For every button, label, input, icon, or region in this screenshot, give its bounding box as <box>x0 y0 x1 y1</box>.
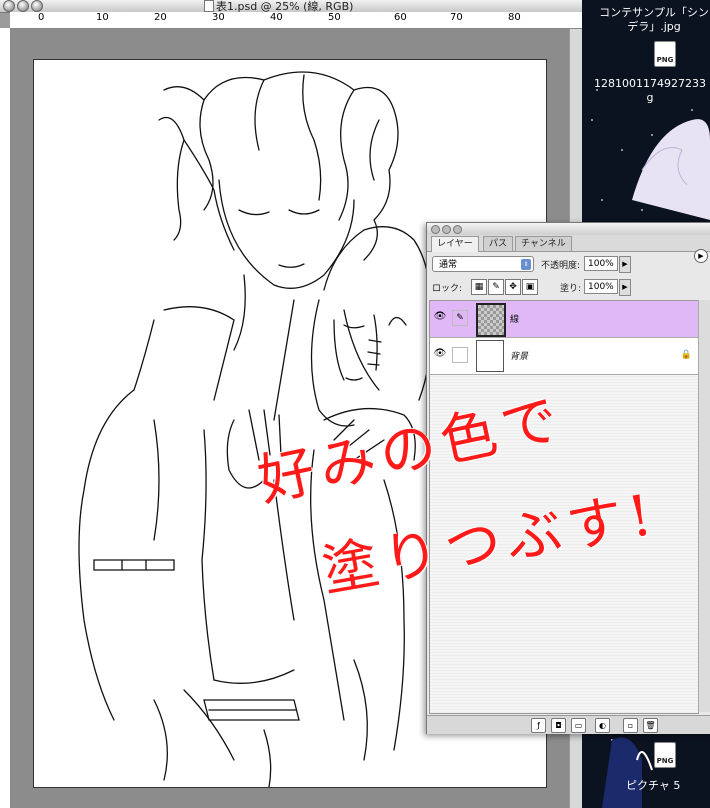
brush-icon: ✎ <box>452 310 468 326</box>
lock-label: ロック: <box>432 284 463 294</box>
panel-titlebar[interactable] <box>427 223 710 235</box>
blend-mode-value: 通常 <box>439 260 458 270</box>
panel-minimize-button[interactable] <box>442 225 451 234</box>
lock-icon: 🔒 <box>680 350 692 360</box>
blend-mode-select[interactable]: 通常 ⇕ <box>432 256 534 272</box>
lock-all-icon[interactable]: ▣ <box>522 279 538 295</box>
opacity-label: 不透明度: <box>541 261 581 271</box>
ruler-label: 20 <box>154 12 167 23</box>
new-layer-icon[interactable]: ▫ <box>623 718 638 733</box>
tab-layers[interactable]: レイヤー <box>431 236 479 252</box>
fill-field[interactable]: 100% <box>584 279 618 294</box>
panel-tabs: レイヤー パス チャンネル ▶ <box>427 235 710 263</box>
horizontal-ruler: 0 10 20 30 40 50 60 70 80 <box>10 12 582 29</box>
adjustment-layer-icon[interactable]: ◐ <box>595 718 610 733</box>
tab-paths[interactable]: パス <box>483 236 514 251</box>
fill-label: 塗り: <box>560 284 582 294</box>
lock-position-icon[interactable]: ✥ <box>505 279 521 295</box>
ruler-label: 0 <box>38 12 45 23</box>
add-mask-icon[interactable]: ◘ <box>551 718 566 733</box>
lock-transparency-icon[interactable]: ▦ <box>471 279 487 295</box>
new-group-icon[interactable]: ▭ <box>571 718 586 733</box>
trash-icon[interactable]: 🗑 <box>643 718 658 733</box>
ruler-label: 40 <box>270 12 283 23</box>
png-file-icon[interactable]: PNG <box>654 41 676 67</box>
desktop-file-label[interactable]: コンテサンプル「シンデラ」.jpg <box>596 6 710 34</box>
ruler-label: 30 <box>212 12 225 23</box>
ruler-label: 70 <box>450 12 463 23</box>
minimize-window-button[interactable] <box>17 0 29 12</box>
panel-zoom-button[interactable] <box>453 225 462 234</box>
opacity-field[interactable]: 100% <box>584 256 618 271</box>
link-cell <box>452 347 468 363</box>
layer-row-line[interactable]: 👁 ✎ 線 <box>430 301 698 338</box>
layer-thumbnail <box>476 303 506 337</box>
visibility-eye-icon[interactable]: 👁 <box>433 311 447 323</box>
layer-name: 線 <box>510 315 520 325</box>
panel-close-button[interactable] <box>431 225 440 234</box>
close-window-button[interactable] <box>3 0 15 12</box>
vertical-ruler <box>0 28 11 808</box>
zoom-window-button[interactable] <box>31 0 43 12</box>
tab-channels[interactable]: チャンネル <box>515 236 572 251</box>
desktop-file-label[interactable]: 1281001174927233g <box>592 77 708 105</box>
desktop-file-label[interactable]: ピクチャ 5 <box>626 777 680 793</box>
ruler-label: 60 <box>394 12 407 23</box>
layers-panel: レイヤー パス チャンネル ▶ 通常 ⇕ 不透明度: 100% ▶ ロック: ▦… <box>426 222 710 734</box>
ruler-label: 50 <box>328 12 341 23</box>
visibility-eye-icon[interactable]: 👁 <box>433 348 447 360</box>
panel-menu-button[interactable]: ▶ <box>694 249 708 263</box>
layer-style-icon[interactable]: ƒ <box>531 718 546 733</box>
layer-row-background[interactable]: 👁 背景 🔒 <box>430 338 698 375</box>
layer-thumbnail <box>476 340 504 372</box>
opacity-slider-button[interactable]: ▶ <box>619 256 631 273</box>
ruler-label: 80 <box>508 12 521 23</box>
layer-name: 背景 <box>510 352 529 362</box>
document-icon <box>204 0 214 12</box>
fill-slider-button[interactable]: ▶ <box>619 279 631 296</box>
chevron-updown-icon: ⇕ <box>521 259 531 270</box>
panel-footer: ƒ ◘ ▭ ◐ ▫ 🗑 <box>427 715 710 734</box>
png-file-icon[interactable]: PNG <box>654 742 676 768</box>
lock-paint-icon[interactable]: ✎ <box>488 279 504 295</box>
ruler-label: 10 <box>96 12 109 23</box>
panel-scrollbar[interactable] <box>698 300 710 712</box>
